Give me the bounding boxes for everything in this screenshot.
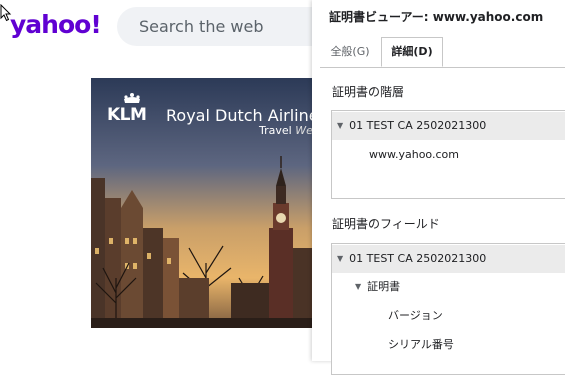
field-item-certificate[interactable]: ▼ 証明書 bbox=[332, 273, 565, 301]
hierarchy-label: 証明書の階層 bbox=[332, 85, 405, 99]
hierarchy-item-label: 01 TEST CA 2502021300 bbox=[349, 119, 487, 132]
field-item-label: バージョン bbox=[388, 309, 443, 322]
search-placeholder: Search the web bbox=[139, 17, 264, 36]
fields-tree[interactable]: ▼ 01 TEST CA 2502021300 ▼ 証明書 バージョン シリアル番号 bbox=[331, 243, 565, 375]
klm-logo: KLM bbox=[107, 105, 147, 125]
tab-general[interactable]: 全般(G) bbox=[320, 37, 380, 66]
hierarchy-tree[interactable]: ▼ 01 TEST CA 2502021300 www.yahoo.com bbox=[331, 110, 565, 199]
expand-triangle-icon[interactable]: ▼ bbox=[337, 112, 343, 140]
field-item-root[interactable]: ▼ 01 TEST CA 2502021300 bbox=[332, 245, 565, 273]
dialog-title: 証明書ビューアー: www.yahoo.com bbox=[329, 10, 544, 24]
field-item-label: 01 TEST CA 2502021300 bbox=[349, 252, 487, 265]
expand-triangle-icon[interactable]: ▼ bbox=[355, 273, 361, 301]
hierarchy-item-root[interactable]: ▼ 01 TEST CA 2502021300 bbox=[332, 112, 565, 140]
ad-subline-right: We bbox=[295, 124, 312, 137]
hierarchy-item-leaf[interactable]: www.yahoo.com bbox=[332, 141, 565, 169]
yahoo-logo[interactable]: yahoo! bbox=[10, 10, 102, 39]
fields-label: 証明書のフィールド bbox=[332, 217, 440, 231]
tab-bar: 全般(G) 詳細(D) bbox=[320, 37, 565, 67]
ad-headline: Royal Dutch Airline bbox=[166, 106, 312, 125]
tab-details[interactable]: 詳細(D) bbox=[381, 37, 443, 67]
expand-triangle-icon[interactable]: ▼ bbox=[337, 245, 343, 273]
certificate-viewer-dialog: 証明書ビューアー: www.yahoo.com 全般(G) 詳細(D) 証明書の… bbox=[312, 0, 565, 375]
ad-subline-left: Travel bbox=[259, 124, 292, 137]
hierarchy-item-label: www.yahoo.com bbox=[369, 148, 459, 161]
ad-banner[interactable]: KLM Royal Dutch Airline Travel We bbox=[91, 78, 312, 328]
field-item-label: シリアル番号 bbox=[388, 338, 454, 351]
tab-divider bbox=[320, 67, 565, 68]
field-item-version[interactable]: バージョン bbox=[332, 302, 565, 330]
field-item-label: 証明書 bbox=[367, 280, 401, 293]
ad-subline: Travel We bbox=[259, 124, 312, 137]
field-item-serial[interactable]: シリアル番号 bbox=[332, 331, 565, 359]
